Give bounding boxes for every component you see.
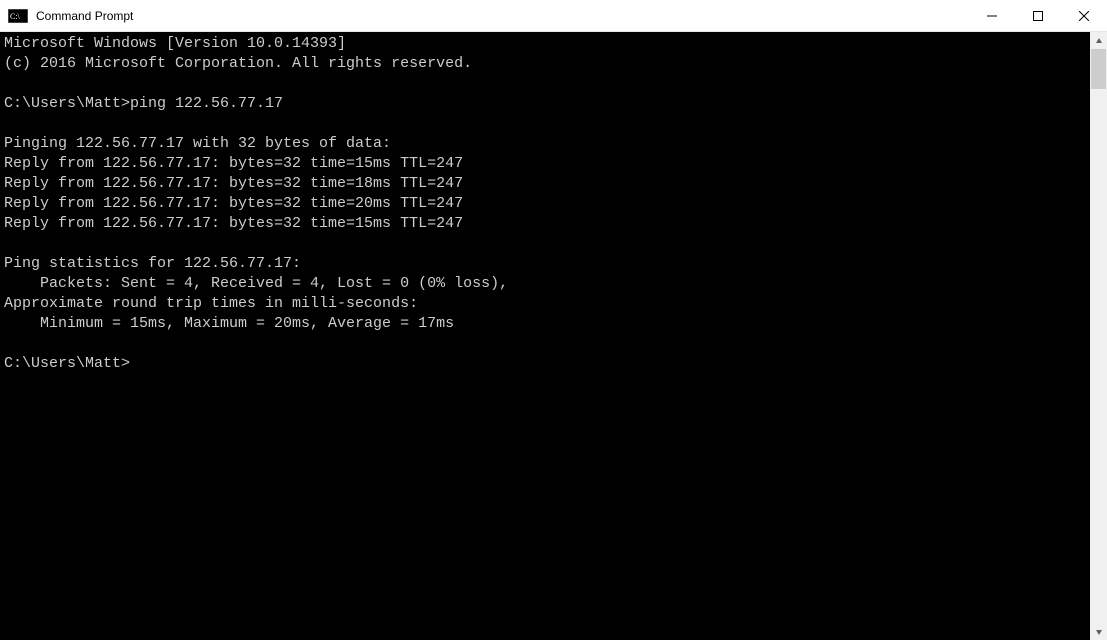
maximize-button[interactable] [1015, 0, 1061, 31]
window-title: Command Prompt [36, 9, 969, 23]
terminal-line: (c) 2016 Microsoft Corporation. All righ… [4, 54, 1090, 74]
cmd-icon: C:\ [8, 8, 28, 24]
scrollbar-down-arrow-icon[interactable] [1090, 623, 1107, 640]
terminal-output[interactable]: Microsoft Windows [Version 10.0.14393](c… [0, 32, 1090, 640]
terminal-line: Reply from 122.56.77.17: bytes=32 time=2… [4, 194, 1090, 214]
terminal-line: Approximate round trip times in milli-se… [4, 294, 1090, 314]
vertical-scrollbar[interactable] [1090, 32, 1107, 640]
terminal-line: Packets: Sent = 4, Received = 4, Lost = … [4, 274, 1090, 294]
terminal-line: Reply from 122.56.77.17: bytes=32 time=1… [4, 214, 1090, 234]
terminal-line: Microsoft Windows [Version 10.0.14393] [4, 34, 1090, 54]
minimize-button[interactable] [969, 0, 1015, 31]
terminal-container: Microsoft Windows [Version 10.0.14393](c… [0, 32, 1107, 640]
terminal-line [4, 334, 1090, 354]
titlebar[interactable]: C:\ Command Prompt [0, 0, 1107, 32]
terminal-line: Reply from 122.56.77.17: bytes=32 time=1… [4, 174, 1090, 194]
terminal-line: Pinging 122.56.77.17 with 32 bytes of da… [4, 134, 1090, 154]
terminal-line [4, 234, 1090, 254]
terminal-line [4, 74, 1090, 94]
terminal-line: C:\Users\Matt> [4, 354, 1090, 374]
terminal-line: C:\Users\Matt>ping 122.56.77.17 [4, 94, 1090, 114]
terminal-line: Reply from 122.56.77.17: bytes=32 time=1… [4, 154, 1090, 174]
terminal-line: Minimum = 15ms, Maximum = 20ms, Average … [4, 314, 1090, 334]
scrollbar-thumb[interactable] [1091, 49, 1106, 89]
terminal-line: Ping statistics for 122.56.77.17: [4, 254, 1090, 274]
svg-text:C:\: C:\ [10, 12, 21, 21]
window-controls [969, 0, 1107, 31]
terminal-line [4, 114, 1090, 134]
close-button[interactable] [1061, 0, 1107, 31]
scrollbar-track[interactable] [1090, 49, 1107, 623]
scrollbar-up-arrow-icon[interactable] [1090, 32, 1107, 49]
